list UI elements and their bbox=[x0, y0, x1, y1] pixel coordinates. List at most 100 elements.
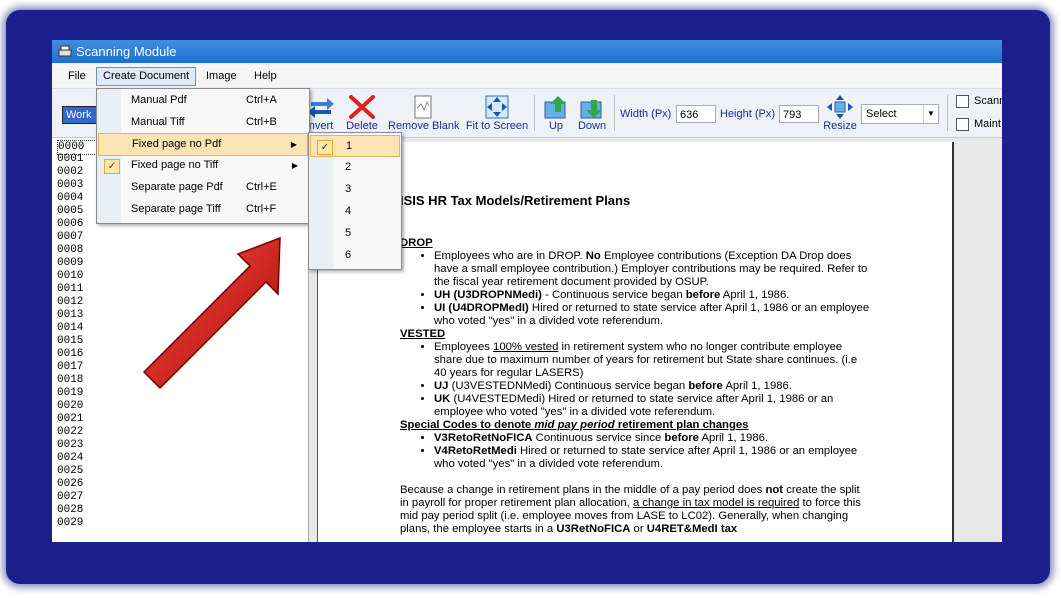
document-page: ISIS HR Tax Models/Retirement Plans DROP… bbox=[317, 142, 954, 542]
list-item[interactable]: 0026 bbox=[57, 478, 83, 491]
list-item[interactable]: 0006 bbox=[57, 218, 83, 231]
menu-help[interactable]: Help bbox=[248, 68, 283, 85]
list-item[interactable]: 0023 bbox=[57, 439, 83, 452]
width-label: Width (Px) bbox=[620, 108, 672, 120]
submenu-item-2[interactable]: 2 bbox=[310, 157, 398, 177]
delete-icon bbox=[349, 95, 375, 119]
list-item[interactable]: 0003 bbox=[57, 179, 83, 192]
list-item[interactable]: 0005 bbox=[57, 205, 83, 218]
document-content: ISIS HR Tax Models/Retirement Plans DROP… bbox=[400, 142, 870, 536]
menu-file[interactable]: File bbox=[62, 68, 92, 85]
list-item[interactable]: 0011 bbox=[57, 283, 83, 296]
remove-blank-label: Remove Blank bbox=[388, 120, 460, 132]
list-item[interactable]: 0019 bbox=[57, 387, 83, 400]
height-label: Height (Px) bbox=[720, 108, 776, 120]
up-arrow-icon bbox=[544, 96, 566, 119]
submenu-item-3[interactable]: 3 bbox=[310, 179, 398, 199]
remove-blank-icon bbox=[414, 95, 432, 119]
explanation-paragraph: Because a change in retirement plans in … bbox=[400, 484, 861, 535]
red-arrow-icon bbox=[142, 236, 281, 390]
document-title: ISIS HR Tax Models/Retirement Plans bbox=[400, 193, 631, 208]
scan-checkbox[interactable] bbox=[956, 95, 969, 108]
vested-heading: VESTED bbox=[400, 328, 446, 340]
height-input[interactable]: 793 bbox=[779, 105, 819, 123]
list-item: UH (U3DROPNMedi) - Continuous service be… bbox=[434, 289, 870, 302]
list-item[interactable]: 0010 bbox=[57, 270, 83, 283]
menu-item-fixed-page-no-tiff[interactable]: ✓ Fixed page no Tiff ▶ bbox=[98, 155, 308, 176]
toolbar-separator bbox=[947, 95, 948, 131]
menu-item-fixed-page-no-pdf[interactable]: Fixed page no Pdf ▶ bbox=[98, 133, 308, 156]
list-item: Employees 100% vested in retirement syst… bbox=[434, 341, 870, 380]
list-item[interactable]: 0022 bbox=[57, 426, 83, 439]
menu-create-document[interactable]: Create Document bbox=[96, 67, 197, 86]
list-item[interactable]: 0004 bbox=[57, 192, 83, 205]
toolbar-separator bbox=[534, 95, 535, 131]
list-item[interactable]: 0002 bbox=[57, 166, 83, 179]
remove-blank-button[interactable]: Remove Blank bbox=[388, 91, 460, 135]
fit-to-screen-button[interactable]: Fit to Screen bbox=[464, 91, 530, 135]
list-item[interactable]: 0008 bbox=[57, 244, 83, 257]
list-item[interactable]: 0014 bbox=[57, 322, 83, 335]
vested-list: Employees 100% vested in retirement syst… bbox=[400, 341, 870, 419]
menu-bar: File Create Document Image Help bbox=[52, 65, 1002, 87]
submenu-item-5[interactable]: 5 bbox=[310, 223, 398, 243]
menu-item-manual-tiff[interactable]: Manual Tiff Ctrl+B bbox=[98, 112, 308, 133]
list-item: Employees who are in DROP. No Employee c… bbox=[434, 250, 870, 289]
scan-checkbox-label: Scann bbox=[974, 95, 1002, 107]
select-value: Select bbox=[866, 108, 897, 120]
drop-list: Employees who are in DROP. No Employee c… bbox=[400, 250, 870, 328]
select-dropdown[interactable]: Select ▼ bbox=[861, 104, 939, 124]
up-button[interactable]: Up bbox=[540, 91, 572, 135]
list-item[interactable]: 0016 bbox=[57, 348, 83, 361]
delete-button[interactable]: Delete bbox=[344, 91, 380, 135]
list-item[interactable]: 0001 bbox=[57, 153, 83, 166]
list-item: UJ (U3VESTEDNMedi) Continuous service be… bbox=[434, 380, 870, 393]
list-item[interactable]: 0015 bbox=[57, 335, 83, 348]
fixed-page-submenu: ✓ 1 2 3 4 5 6 bbox=[308, 132, 402, 270]
list-item[interactable]: 0009 bbox=[57, 257, 83, 270]
submenu-arrow-icon: ▶ bbox=[290, 140, 297, 149]
menu-item-separate-page-pdf[interactable]: Separate page Pdf Ctrl+E bbox=[98, 177, 308, 198]
fit-to-screen-label: Fit to Screen bbox=[465, 120, 529, 132]
list-item[interactable]: 0018 bbox=[57, 374, 83, 387]
list-item[interactable]: 0029 bbox=[57, 517, 83, 530]
submenu-arrow-icon: ▶ bbox=[291, 161, 298, 170]
menu-item-manual-pdf[interactable]: Manual Pdf Ctrl+A bbox=[98, 90, 308, 111]
down-button[interactable]: Down bbox=[574, 91, 610, 135]
list-item: V4RetoRetMedi Hired or returned to state… bbox=[434, 445, 870, 471]
list-item[interactable]: 0024 bbox=[57, 452, 83, 465]
list-item[interactable]: 0013 bbox=[57, 309, 83, 322]
fit-to-screen-icon bbox=[485, 95, 509, 119]
submenu-item-4[interactable]: 4 bbox=[310, 201, 398, 221]
menu-image[interactable]: Image bbox=[200, 68, 243, 85]
list-item[interactable]: 0027 bbox=[57, 491, 83, 504]
title-bar: Scanning Module bbox=[52, 40, 1002, 63]
resize-label: Resize bbox=[823, 120, 857, 132]
down-label: Down bbox=[577, 120, 607, 132]
submenu-item-6[interactable]: 6 bbox=[310, 245, 398, 265]
submenu-item-1[interactable]: ✓ 1 bbox=[310, 135, 400, 157]
list-item[interactable]: 0012 bbox=[57, 296, 83, 309]
list-item[interactable]: 0017 bbox=[57, 361, 83, 374]
check-icon: ✓ bbox=[104, 159, 120, 174]
width-input[interactable]: 636 bbox=[676, 105, 716, 123]
maint-checkbox[interactable] bbox=[956, 118, 969, 131]
list-item[interactable]: 0028 bbox=[57, 504, 83, 517]
check-icon: ✓ bbox=[317, 140, 333, 155]
list-item[interactable]: 0007 bbox=[57, 231, 83, 244]
drop-heading: DROP bbox=[400, 237, 433, 249]
document-viewer[interactable]: ISIS HR Tax Models/Retirement Plans DROP… bbox=[309, 138, 1002, 542]
list-item[interactable]: 0020 bbox=[57, 400, 83, 413]
resize-icon bbox=[827, 95, 853, 119]
chevron-down-icon[interactable]: ▼ bbox=[923, 105, 938, 123]
scanner-icon bbox=[58, 45, 72, 57]
create-document-menu: Manual Pdf Ctrl+A Manual Tiff Ctrl+B Fix… bbox=[96, 88, 310, 224]
down-arrow-icon bbox=[580, 100, 602, 119]
resize-button[interactable]: Resize bbox=[822, 91, 858, 135]
special-codes-heading: Special Codes to denote mid pay period r… bbox=[400, 419, 749, 431]
menu-item-separate-page-tiff[interactable]: Separate page Tiff Ctrl+F bbox=[98, 199, 308, 220]
maint-checkbox-label: Maint bbox=[974, 118, 1001, 130]
list-item[interactable]: 0021 bbox=[57, 413, 83, 426]
list-item: UK (U4VESTEDMedi) Hired or returned to s… bbox=[434, 393, 870, 419]
list-item[interactable]: 0025 bbox=[57, 465, 83, 478]
